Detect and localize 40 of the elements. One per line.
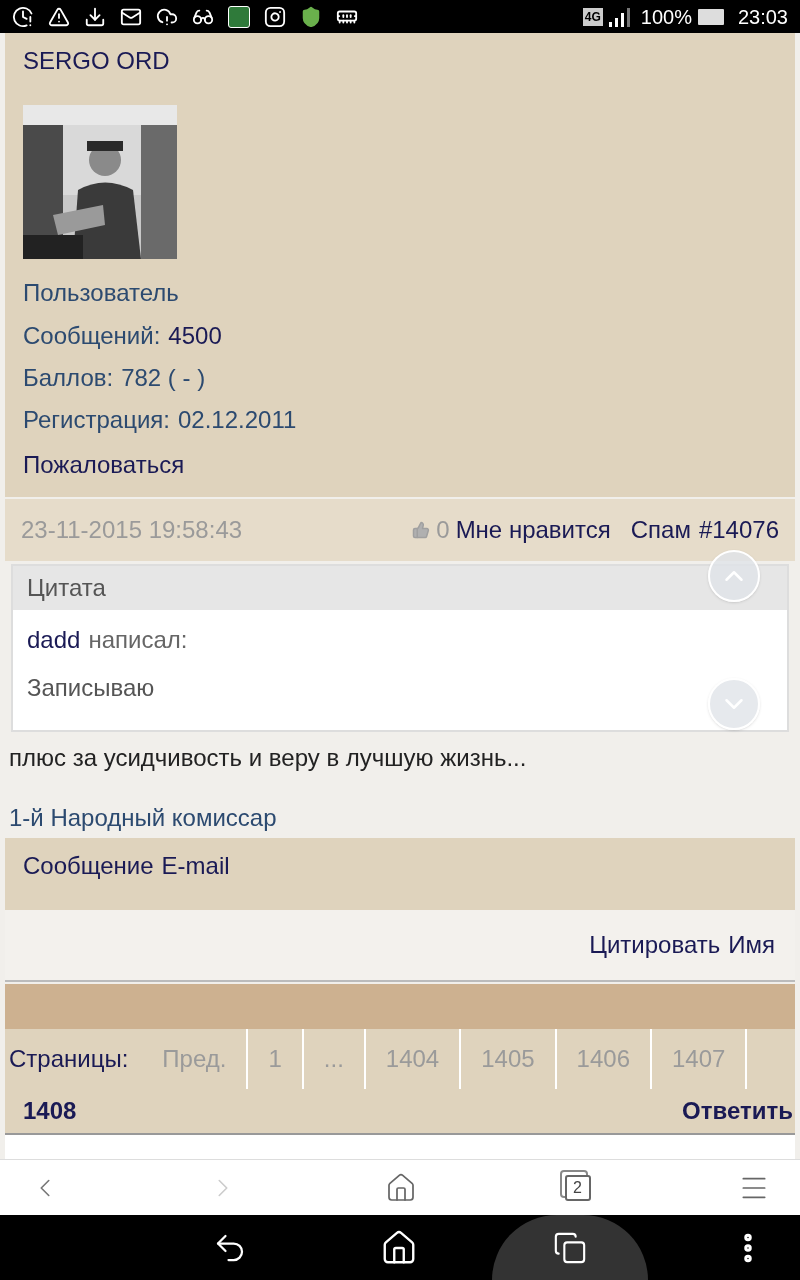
quote-author[interactable]: dadd xyxy=(27,622,81,658)
spam-link[interactable]: Спам xyxy=(630,512,691,548)
clock-time: 23:03 xyxy=(737,4,788,30)
shield-icon xyxy=(300,5,322,28)
action-link[interactable]: Имя xyxy=(728,927,775,963)
download-icon xyxy=(84,5,106,28)
post-number: #14076 xyxy=(698,515,779,545)
quote-text: Записываю xyxy=(27,673,155,703)
stat-label: Баллов: xyxy=(23,363,114,393)
report-link[interactable]: Пожаловаться xyxy=(23,447,185,483)
stat-value: 4500 xyxy=(168,321,222,351)
post-date: 23-11-2015 19:58:43 xyxy=(21,515,243,545)
recent-apps-icon xyxy=(553,1230,587,1265)
page-link[interactable]: 1408 xyxy=(9,1089,91,1133)
battery-icon xyxy=(697,8,724,25)
post-body: плюс за усидчивость и веру в лучшую жизнь... xyxy=(9,743,528,773)
user-rank: Пользователь xyxy=(23,278,179,308)
contact-link[interactable]: E-mail xyxy=(161,848,230,884)
battery-percent: 100% xyxy=(640,4,692,30)
contact-link[interactable]: Сообщение xyxy=(23,848,154,884)
like-count: 0 xyxy=(436,515,450,545)
warning-icon xyxy=(48,5,70,28)
network-type: 4G xyxy=(582,7,603,26)
user-name[interactable]: SERGO ORD xyxy=(23,43,170,79)
stat-label: Сообщений: xyxy=(23,321,161,351)
like-link[interactable]: Мне нравится xyxy=(455,512,611,548)
camera-icon xyxy=(264,5,286,28)
reply-link[interactable]: Ответить xyxy=(682,1089,793,1133)
quote-title: Цитата xyxy=(27,573,106,603)
quote-wrote: написал: xyxy=(88,625,188,655)
app-icon xyxy=(228,5,250,28)
thumbs-up-icon xyxy=(412,521,431,539)
clock-icon xyxy=(12,5,34,28)
signature: 1-й Народный комиссар xyxy=(9,803,278,833)
stat-value: 02.12.2011 xyxy=(177,405,297,435)
signal-icon xyxy=(608,6,631,27)
pagination-label: Страницы: xyxy=(9,1044,130,1074)
action-link[interactable]: Цитировать xyxy=(589,927,721,963)
stat-label: Регистрация: xyxy=(23,405,170,435)
stat-value: 782 ( - ) xyxy=(121,363,206,393)
